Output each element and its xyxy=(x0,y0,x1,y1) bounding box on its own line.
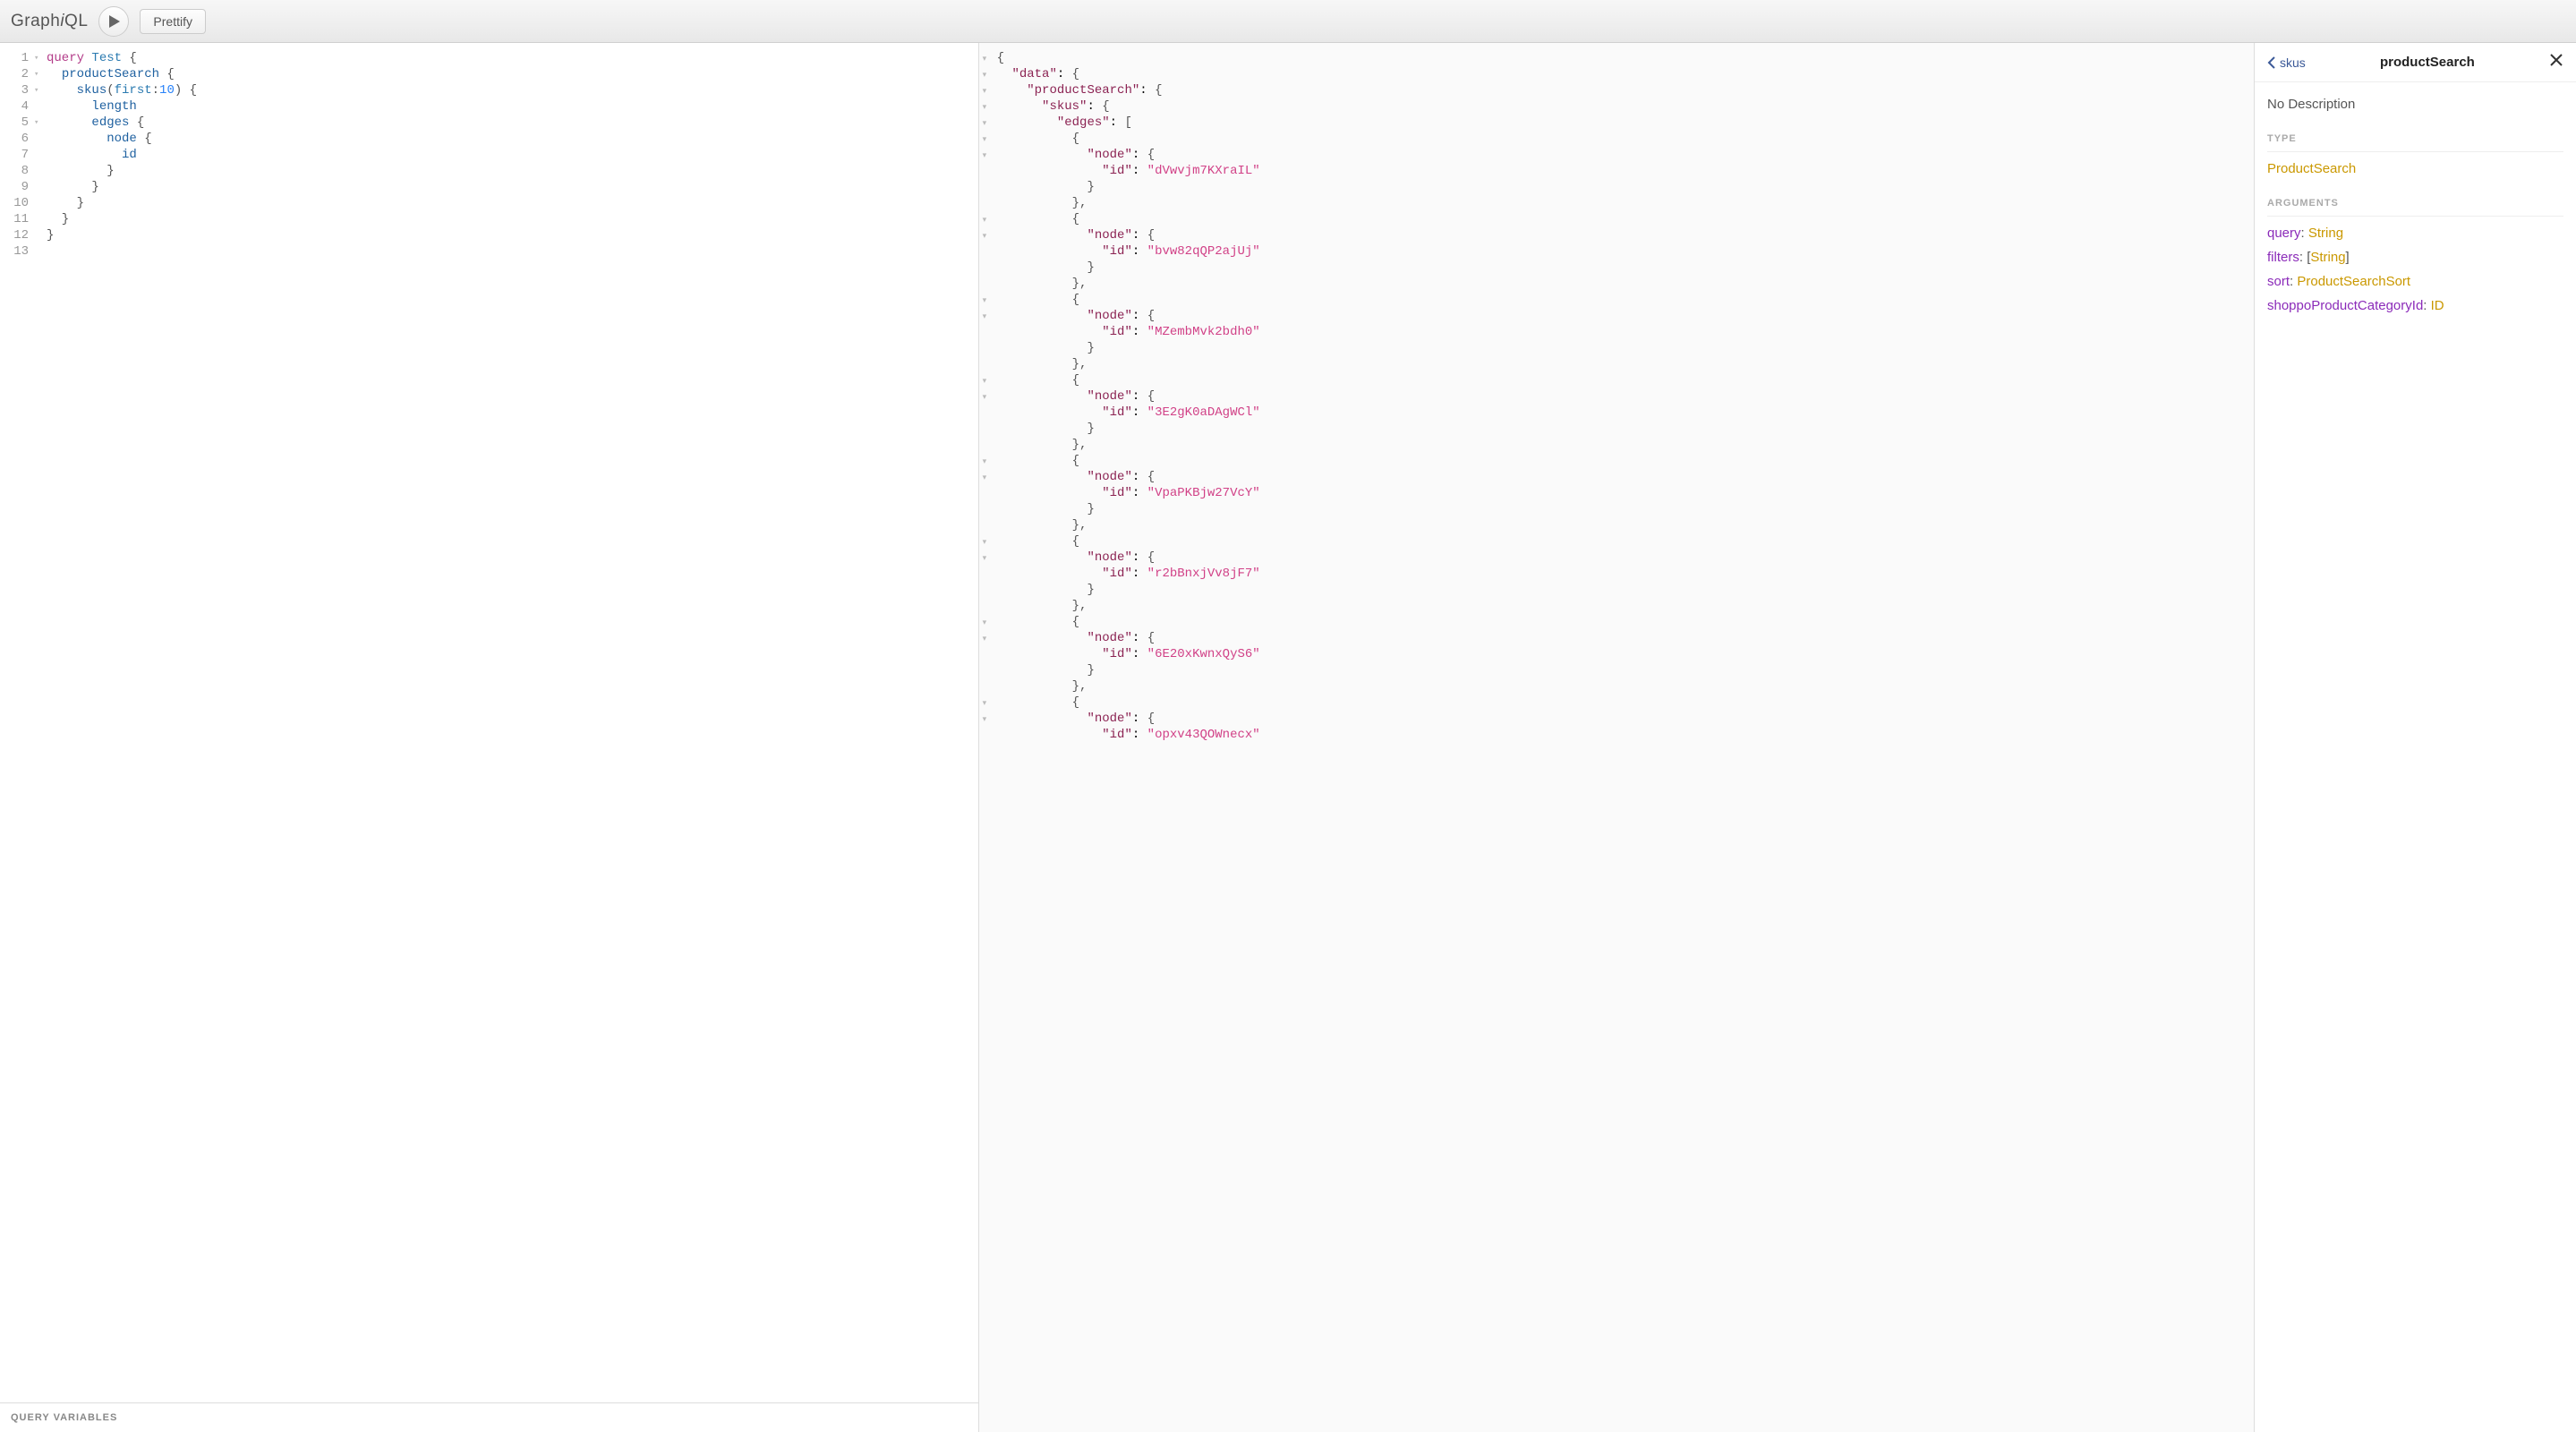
result-fold-gutter[interactable]: ▾▾▾▾▾▾▾▾▾▾▾▾▾▾▾▾▾▾▾▾▾ xyxy=(983,50,987,743)
docs-type-link[interactable]: ProductSearch xyxy=(2267,161,2563,176)
docs-arg-type[interactable]: String xyxy=(2310,250,2345,265)
prettify-button[interactable]: Prettify xyxy=(140,9,206,34)
toolbar: GraphiQL Prettify xyxy=(0,0,2576,43)
docs-type-label: TYPE xyxy=(2267,133,2563,152)
query-editor[interactable]: 12345678910111213 ▾▾▾▾ query Test { prod… xyxy=(0,43,978,1402)
query-variables-header[interactable]: Query Variables xyxy=(0,1402,978,1432)
docs-title: productSearch xyxy=(2380,55,2475,70)
result-json[interactable]: { "data": { "productSearch": { "skus": {… xyxy=(979,43,2254,750)
docs-arg-row: query: String xyxy=(2267,226,2563,241)
docs-close-button[interactable] xyxy=(2549,52,2563,72)
fold-gutter[interactable]: ▾▾▾▾ xyxy=(34,50,43,260)
docs-arg-name: shoppoProductCategoryId xyxy=(2267,298,2423,313)
play-icon xyxy=(109,15,120,28)
docs-back-button[interactable]: skus xyxy=(2267,55,2306,70)
app-logo: GraphiQL xyxy=(11,12,88,31)
docs-arg-name: sort xyxy=(2267,274,2290,289)
docs-arg-name: filters xyxy=(2267,250,2299,265)
docs-arg-row: sort: ProductSearchSort xyxy=(2267,274,2563,289)
docs-arg-type[interactable]: ID xyxy=(2431,298,2444,313)
result-pane: ▾▾▾▾▾▾▾▾▾▾▾▾▾▾▾▾▾▾▾▾▾ { "data": { "produ… xyxy=(979,43,2254,1432)
query-editor-pane: 12345678910111213 ▾▾▾▾ query Test { prod… xyxy=(0,43,979,1432)
close-icon xyxy=(2549,53,2563,67)
docs-arg-type[interactable]: ProductSearchSort xyxy=(2297,274,2410,289)
chevron-left-icon xyxy=(2267,56,2276,69)
docs-args-label: ARGUMENTS xyxy=(2267,198,2563,217)
docs-pane: skus productSearch No Description TYPE P… xyxy=(2254,43,2576,1432)
docs-arg-name: query xyxy=(2267,226,2301,241)
docs-header: skus productSearch xyxy=(2255,43,2576,82)
run-button[interactable] xyxy=(98,6,129,37)
docs-arg-row: shoppoProductCategoryId: ID xyxy=(2267,298,2563,313)
docs-description: No Description xyxy=(2267,97,2563,112)
docs-args-list: query: String filters: [String] sort: Prod… xyxy=(2267,226,2563,313)
query-code[interactable]: query Test { productSearch { skus(first:… xyxy=(43,50,978,260)
docs-arg-type[interactable]: String xyxy=(2308,226,2343,241)
docs-arg-row: filters: [String] xyxy=(2267,250,2563,265)
line-gutter: 12345678910111213 xyxy=(0,50,34,260)
